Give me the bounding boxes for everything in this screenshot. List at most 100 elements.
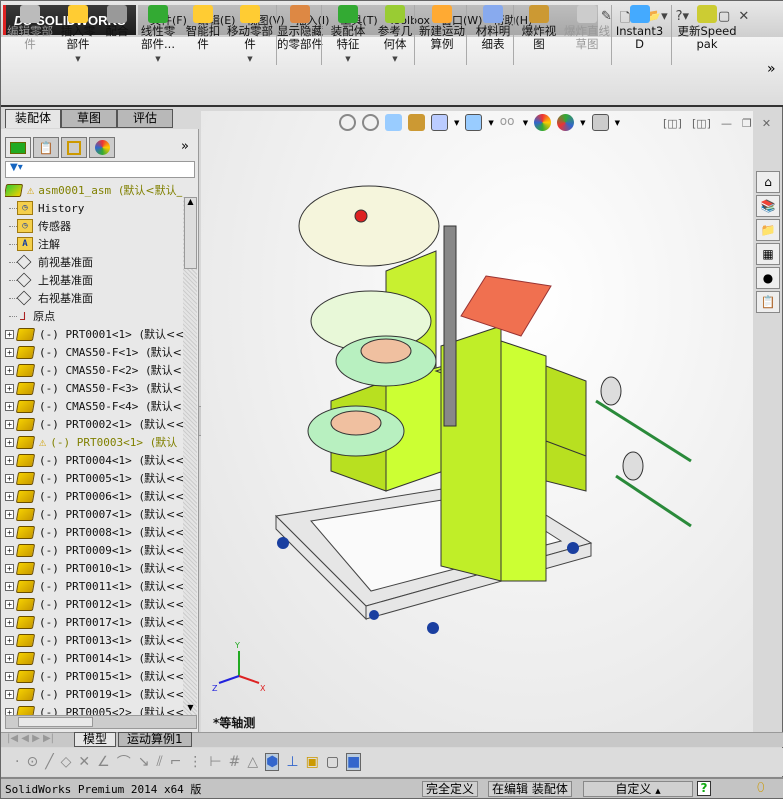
point-icon[interactable]: · [15,754,19,770]
tree-item[interactable]: ⚠ asm0001_asm (默认<默认_ [5,181,182,199]
zoom-to-fit-icon[interactable] [339,114,356,131]
tree-item[interactable]: ◷ History [5,199,84,217]
ribbon-button-5[interactable]: 移动零部件 ▼ [226,5,274,66]
expand-icon[interactable]: + [5,581,14,591]
tab-navigation-arrows[interactable]: |◀ ◀ ▶ ▶| [7,733,54,744]
shaded-icon[interactable]: ■ [346,753,362,771]
file-explorer-icon[interactable]: 📁 [756,219,780,241]
tree-item[interactable]: A 注解 [5,235,60,253]
wireframe-icon[interactable]: ▢ [326,754,339,770]
units-selector[interactable]: 自定义 ▲ [583,781,693,797]
ribbon-button-6[interactable]: 显示隐藏的零部件 [277,5,323,51]
dropdown-arrow-icon[interactable]: ▼ [373,53,417,66]
expand-icon[interactable]: + [5,599,14,609]
tree-item[interactable]: + (-) PRT0010<1> (默认<< [5,559,183,577]
custom-properties-icon[interactable]: 📋 [756,291,780,313]
dropdown-arrow-icon[interactable]: ▼ [326,53,370,66]
ribbon-button-4[interactable]: 智能扣件 [181,5,225,51]
dropdown-arrow-icon[interactable]: ▼ [488,119,493,127]
tree-item[interactable]: +(-) CMAS50-F<3>(默认<< [5,379,183,397]
tree-item[interactable]: + (-) PRT0013<1> (默认<< [5,631,183,649]
3d-view-icon[interactable]: ⬢ [265,753,280,771]
offset-icon[interactable]: ⫽ [156,754,162,770]
expand-icon[interactable]: + [5,401,14,411]
tree-item[interactable]: + (-) PRT0009<1> (默认<< [5,541,183,559]
expand-icon[interactable]: + [5,545,14,555]
ribbon-button-2[interactable]: 配合 [101,5,133,38]
edit-appearance-icon[interactable] [534,114,552,131]
scrollbar-thumb[interactable] [184,197,197,269]
tree-item[interactable]: +(-) CMAS50-F<4>(默认<< [5,397,183,415]
tree-vertical-scrollbar[interactable] [183,197,197,715]
expand-icon[interactable]: + [5,437,14,447]
solidworks-resources-icon[interactable]: ⌂ [756,171,780,193]
tree-item[interactable]: +(-) CMAS50-F<2>(默认<< [5,361,183,379]
expand-icon[interactable]: + [5,689,14,699]
expand-icon[interactable]: + [5,491,14,501]
tree-item[interactable]: + (-) PRT0008<1> (默认<< [5,523,183,541]
circle-icon[interactable]: ⊙ [26,754,38,770]
tab-motion-study[interactable]: 运动算例1 [118,732,192,747]
tree-item[interactable]: 上视基准面 [5,271,93,289]
tree-item[interactable]: + (-) PRT0007<1> (默认<< [5,505,183,523]
corner-icon[interactable]: ⌐ [170,754,182,770]
split-right-icon[interactable]: [◫] [692,117,711,130]
relation-icon[interactable]: △ [247,754,258,770]
command-tab-2[interactable]: 评估 [117,109,173,128]
expand-icon[interactable]: + [5,347,14,357]
chamfer-icon[interactable]: ↘ [138,754,150,770]
ribbon-button-7[interactable]: 装配体特征 ▼ [326,5,370,66]
design-library-icon[interactable]: 📚 [756,195,780,217]
scroll-down-icon[interactable]: ▼ [184,703,197,712]
appearances-icon[interactable]: ● [756,267,780,289]
tree-item[interactable]: + (-) PRT0004<1> (默认<< [5,451,183,469]
expand-icon[interactable]: + [5,563,14,573]
graphics-area[interactable]: Y X Z [201,111,753,733]
tree-item[interactable]: + (-) PRT0019<1> (默认<< [5,685,183,703]
normal-to-icon[interactable]: ⊥ [286,754,298,770]
doc-restore-icon[interactable]: ❐ [742,117,752,130]
expand-icon[interactable]: + [5,419,14,429]
zoom-to-area-icon[interactable] [362,114,379,131]
ribbon-button-10[interactable]: 材料明细表 [471,5,515,51]
expand-icon[interactable]: + [5,473,14,483]
tree-item[interactable]: + (-) PRT0014<1> (默认<< [5,649,183,667]
fillet-icon[interactable]: ⌒ [117,752,131,772]
view-palette-icon[interactable]: ▦ [756,243,780,265]
ribbon-button-3[interactable]: 线性零部件... ▼ [136,5,180,66]
tree-item[interactable]: + (-) PRT0015<1> (默认<< [5,667,183,685]
tree-item[interactable]: + (-) PRT0006<1> (默认<< [5,487,183,505]
tab-model[interactable]: 模型 [74,732,117,747]
tree-item[interactable]: + (-) PRT0005<1> (默认<< [5,469,183,487]
expand-icon[interactable]: + [5,653,14,663]
dropdown-arrow-icon[interactable]: ▼ [57,53,99,66]
tree-item[interactable]: + (-) PRT0017<1> (默认<< [5,613,183,631]
quick-tips-icon[interactable]: ? [697,781,711,796]
dropdown-arrow-icon[interactable]: ▼ [136,53,180,66]
expand-icon[interactable]: + [5,455,14,465]
tree-item[interactable]: + (-) PRT0005<2> (默认<< [5,703,183,715]
ribbon-button-0[interactable]: 编辑零部件 [7,5,53,51]
tree-item[interactable]: ⅃ 原点 [5,307,55,325]
previous-view-icon[interactable] [385,114,402,131]
property-manager-tab[interactable]: 📋 [33,137,59,158]
tree-item[interactable]: + (-) PRT0002<1> (默认<< [5,415,183,433]
command-tab-0[interactable]: 装配体 [5,109,61,128]
expand-icon[interactable]: + [5,635,14,645]
rebuild-icon[interactable]: ⬯ [757,780,765,795]
dropdown-arrow-icon[interactable]: ▼ [580,119,585,127]
hide-show-items-icon[interactable]: oo [500,114,517,131]
display-manager-tab[interactable] [89,137,115,158]
tree-item[interactable]: + (-) PRT0001<1> (默认<< [5,325,183,343]
view-settings-icon[interactable] [591,114,609,131]
tree-item[interactable]: + (-) PRT0011<1> (默认<< [5,577,183,595]
tree-item[interactable]: 右视基准面 [5,289,93,307]
doc-minimize-icon[interactable]: — [721,117,732,130]
tree-item[interactable]: + (-) PRT0012<1> (默认<< [5,595,183,613]
configuration-manager-tab[interactable] [61,137,87,158]
dropdown-arrow-icon[interactable]: ▼ [615,119,620,127]
tree-item[interactable]: 前视基准面 [5,253,93,271]
ribbon-button-8[interactable]: 参考几何体 ▼ [373,5,417,66]
ribbon-button-13[interactable]: Instant3D [612,5,667,51]
tree-item[interactable]: +(-) CMAS50-F<1>(默认<< [5,343,183,361]
